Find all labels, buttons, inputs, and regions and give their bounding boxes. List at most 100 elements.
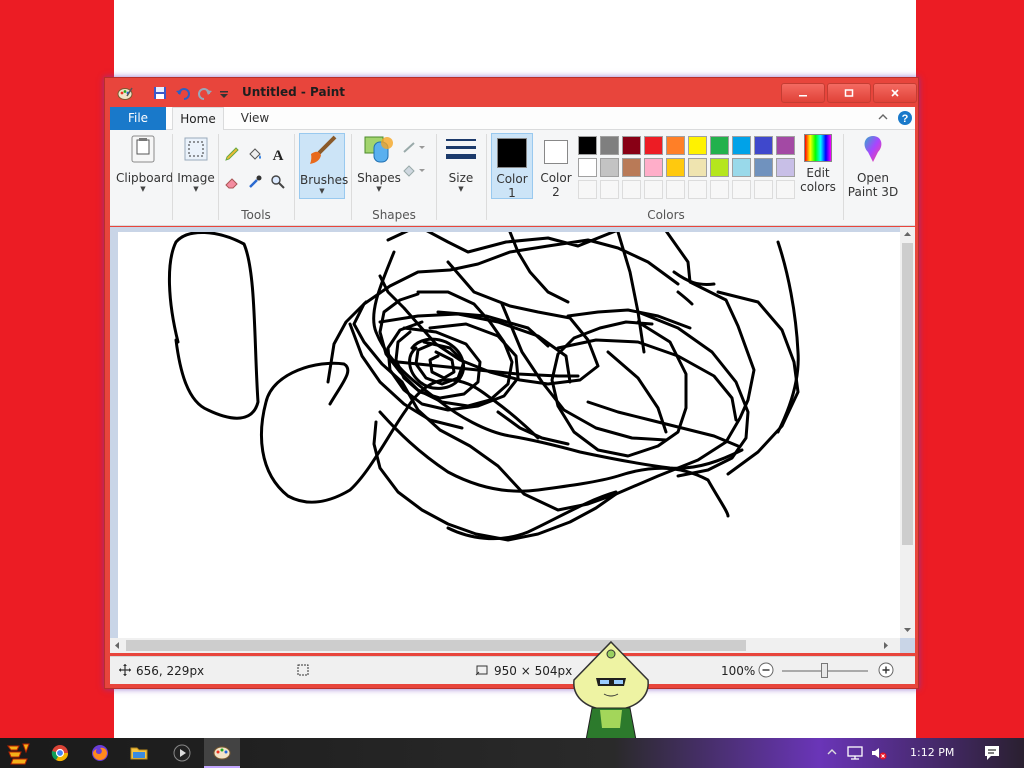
custom-color-slot[interactable] (710, 180, 729, 199)
color-swatch[interactable] (710, 136, 729, 155)
pencil-icon[interactable] (222, 144, 242, 164)
open-paint3d-button[interactable]: Open Paint 3D (846, 134, 900, 199)
line-size-icon (446, 139, 476, 159)
color-swatch[interactable] (600, 158, 619, 177)
zoom-level-text: 100% (721, 664, 756, 678)
color-swatch[interactable] (644, 158, 663, 177)
clock-time[interactable]: 1:12 PM (910, 746, 954, 759)
color1-label-line1: Color (496, 172, 528, 186)
color-swatch[interactable] (732, 136, 751, 155)
zoom-out-button[interactable] (758, 662, 774, 681)
paint-app-icon[interactable] (117, 85, 133, 101)
maximize-icon (844, 89, 854, 97)
ribbon-tabs: File Home View ? (110, 107, 915, 131)
outline-icon[interactable] (401, 137, 427, 157)
save-icon[interactable] (152, 85, 168, 101)
shapes-icon (364, 136, 393, 163)
chevron-down-icon: ▼ (376, 185, 382, 193)
color-picker-icon[interactable] (245, 172, 265, 192)
color-swatch[interactable] (600, 136, 619, 155)
custom-color-slot[interactable] (666, 180, 685, 199)
image-button[interactable]: Image ▼ (176, 134, 216, 193)
color-swatch[interactable] (776, 158, 795, 177)
open-paint3d-label-line1: Open (856, 171, 890, 185)
taskbar-chrome[interactable] (42, 738, 78, 768)
color-swatch[interactable] (688, 136, 707, 155)
color-swatch[interactable] (622, 136, 641, 155)
color-swatch[interactable] (688, 158, 707, 177)
shapes-group-label: Shapes (372, 208, 416, 222)
custom-color-slot[interactable] (644, 180, 663, 199)
color-swatch[interactable] (666, 136, 685, 155)
network-icon[interactable] (846, 744, 864, 765)
custom-color-slot[interactable] (732, 180, 751, 199)
magnifier-icon[interactable] (268, 172, 288, 192)
taskbar-file-explorer[interactable] (121, 738, 157, 768)
taskbar-paint[interactable] (204, 738, 240, 768)
status-bar: 656, 229px 950 × 504px 100% (110, 656, 915, 684)
color-swatch[interactable] (644, 136, 663, 155)
horizontal-scrollbar[interactable] (110, 638, 900, 653)
zoom-in-button[interactable] (878, 662, 894, 681)
vertical-scrollbar[interactable] (900, 227, 915, 638)
custom-color-slot[interactable] (688, 180, 707, 199)
eraser-icon[interactable] (222, 172, 242, 192)
redo-icon[interactable] (197, 85, 213, 101)
color-swatch[interactable] (732, 158, 751, 177)
custom-color-slot[interactable] (600, 180, 619, 199)
maximize-button[interactable] (827, 83, 871, 103)
drawing-canvas[interactable] (118, 232, 900, 640)
show-hidden-icons-icon[interactable] (826, 746, 838, 761)
size-button[interactable]: Size ▼ (440, 134, 482, 193)
edit-colors-button[interactable]: Edit colors (797, 134, 839, 194)
zoom-in-icon (878, 662, 894, 678)
taskbar-media-app[interactable] (164, 738, 200, 768)
custom-color-slot[interactable] (776, 180, 795, 199)
window-title: Untitled - Paint (242, 85, 346, 99)
shapes-button[interactable]: Shapes ▼ (356, 134, 402, 193)
text-tool-icon[interactable]: A (268, 144, 288, 164)
undo-icon[interactable] (175, 85, 191, 101)
custom-color-slot[interactable] (622, 180, 641, 199)
chevron-down-icon: ▼ (140, 185, 146, 193)
color-swatch[interactable] (578, 158, 597, 177)
action-center-icon[interactable] (983, 744, 1001, 765)
brush-icon (310, 135, 337, 164)
color-swatch[interactable] (710, 158, 729, 177)
zoom-slider-thumb[interactable] (821, 663, 828, 678)
tab-home[interactable]: Home (172, 107, 224, 131)
close-button[interactable] (873, 83, 917, 103)
start-button[interactable] (0, 738, 36, 768)
tab-view[interactable]: View (230, 107, 280, 130)
help-icon[interactable]: ? (897, 110, 913, 129)
tab-file[interactable]: File (110, 107, 166, 130)
color1-button[interactable]: Color 1 (491, 133, 533, 200)
color2-label-line2: 2 (552, 185, 560, 199)
fill-bucket-icon[interactable] (245, 144, 265, 164)
cursor-position-icon (118, 663, 132, 680)
taskbar-firefox[interactable] (82, 738, 118, 768)
collapse-ribbon-icon[interactable] (877, 110, 889, 127)
color-swatch[interactable] (622, 158, 641, 177)
color-swatch[interactable] (754, 158, 773, 177)
color-swatch[interactable] (776, 136, 795, 155)
color2-button[interactable]: Color 2 (536, 133, 576, 199)
volume-muted-icon[interactable] (870, 744, 888, 765)
title-bar[interactable]: Untitled - Paint (105, 78, 918, 107)
brushes-button[interactable]: Brushes ▼ (299, 133, 348, 199)
customize-toolbar-icon[interactable] (219, 85, 235, 101)
canvas-area (110, 227, 915, 653)
color-swatch[interactable] (666, 158, 685, 177)
custom-color-slot[interactable] (754, 180, 773, 199)
clipboard-button[interactable]: Clipboard ▼ (116, 134, 173, 193)
clipboard-icon (131, 135, 155, 163)
size-label: Size (448, 171, 474, 185)
chevron-down-icon: ▼ (458, 185, 464, 193)
color-swatch[interactable] (578, 136, 597, 155)
minimize-button[interactable] (781, 83, 825, 103)
custom-color-slot[interactable] (578, 180, 597, 199)
color-swatch[interactable] (754, 136, 773, 155)
select-icon (184, 137, 208, 161)
colors-group-label: Colors (647, 208, 685, 222)
fill-icon[interactable] (401, 160, 427, 180)
